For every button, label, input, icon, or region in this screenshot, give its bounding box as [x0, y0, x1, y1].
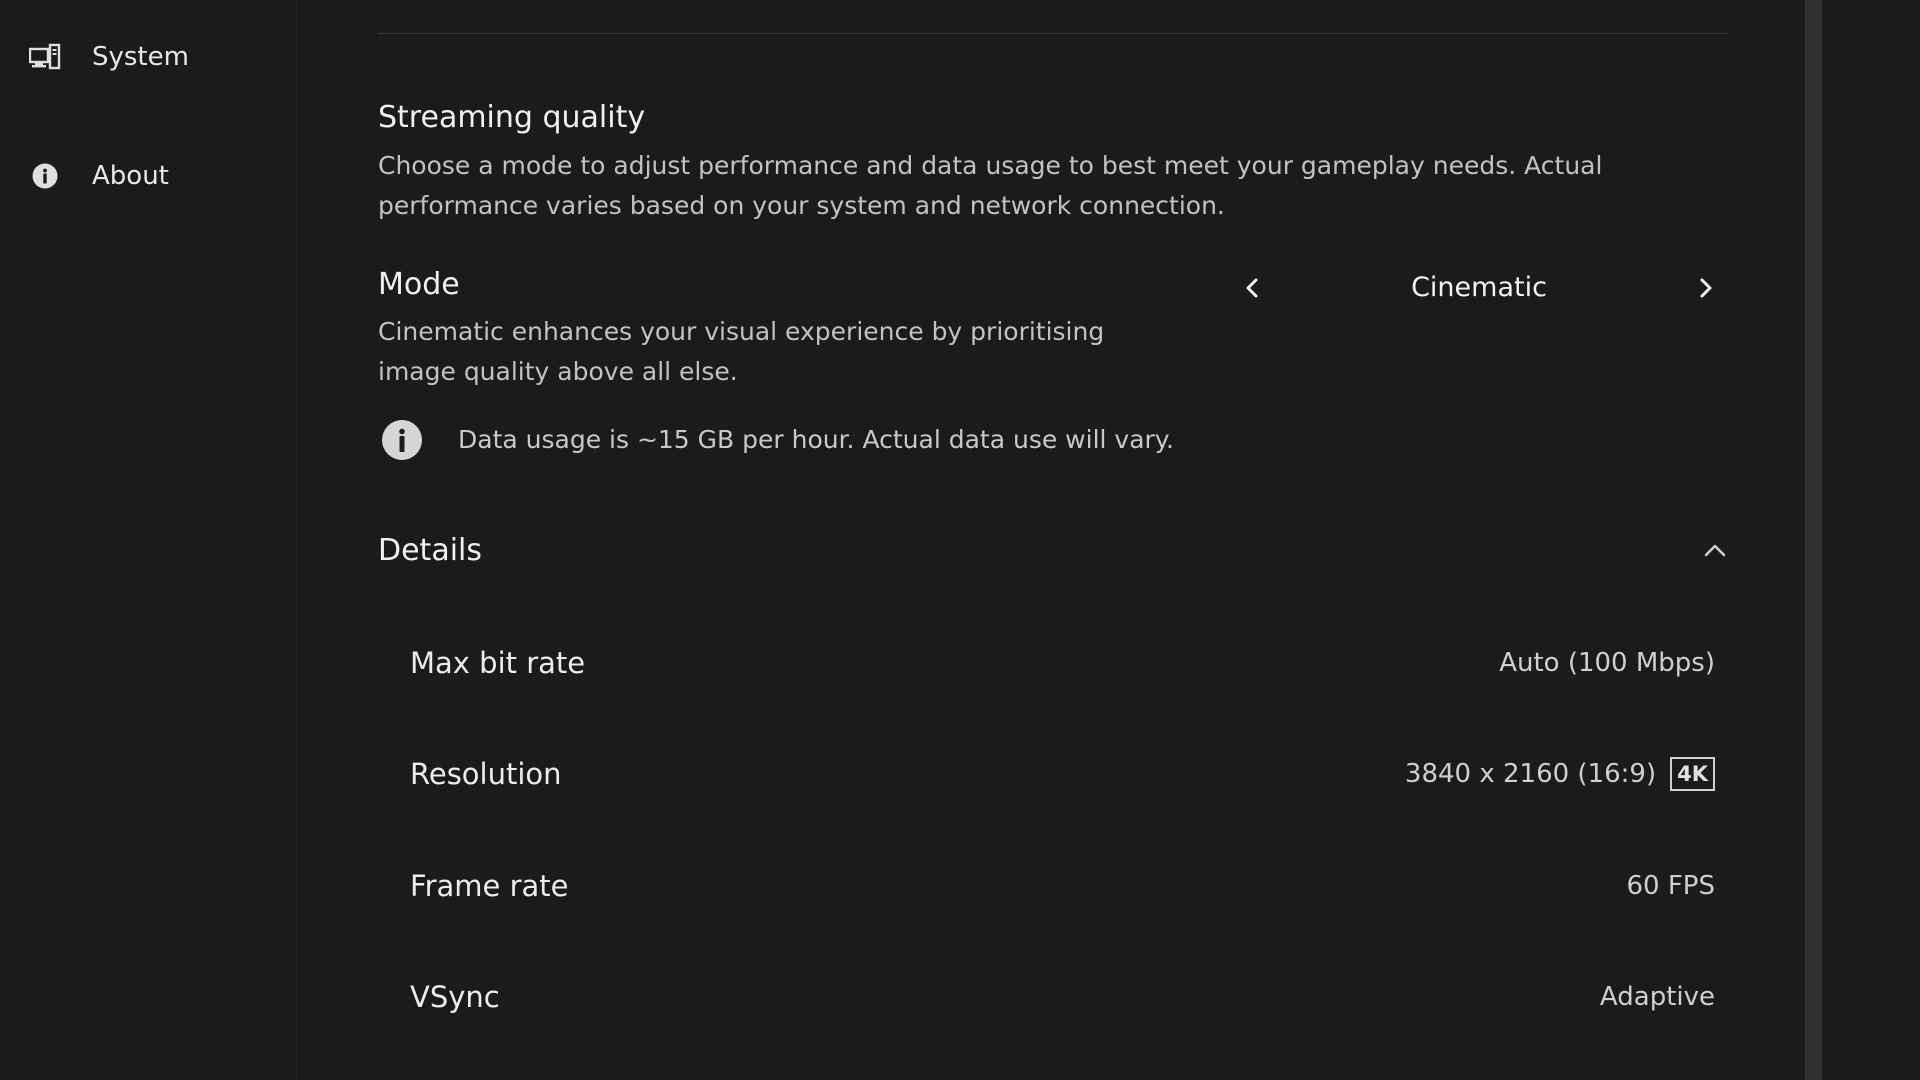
- detail-name: Resolution: [410, 744, 562, 804]
- detail-name: VSync: [410, 967, 500, 1027]
- details-toggle[interactable]: Details: [378, 526, 1728, 576]
- chevron-up-icon: [1700, 536, 1730, 566]
- data-usage-text: Data usage is ~15 GB per hour. Actual da…: [458, 418, 1174, 462]
- chevron-right-icon: [1693, 276, 1717, 300]
- mode-value: Cinematic: [1279, 262, 1679, 314]
- resolution-badge: 4K: [1670, 757, 1715, 791]
- right-pane: [1822, 0, 1920, 1080]
- detail-value: Adaptive: [1600, 967, 1715, 1027]
- detail-value-text: 3840 x 2160 (16:9): [1405, 744, 1656, 804]
- section-divider: [378, 33, 1728, 34]
- detail-value: Auto (100 Mbps): [1499, 633, 1715, 693]
- sidebar-item-about[interactable]: About: [0, 146, 296, 206]
- streaming-quality-description: Choose a mode to adjust performance and …: [378, 146, 1728, 226]
- detail-row-resolution: Resolution 3840 x 2160 (16:9) 4K: [410, 744, 1715, 804]
- detail-name: Max bit rate: [410, 633, 585, 693]
- sidebar-item-label: System: [92, 42, 189, 72]
- info-icon: [380, 418, 424, 462]
- streaming-quality-title: Streaming quality: [378, 100, 645, 135]
- detail-value-text: Auto (100 Mbps): [1499, 633, 1715, 693]
- settings-window: System About Streaming quality Choose a …: [0, 0, 1920, 1080]
- mode-title: Mode: [378, 267, 460, 302]
- sidebar-item-system[interactable]: System: [0, 27, 296, 87]
- detail-row-vsync: VSync Adaptive: [410, 967, 1715, 1027]
- chevron-left-icon: [1241, 276, 1265, 300]
- detail-value-text: 60 FPS: [1627, 856, 1716, 916]
- system-icon: [29, 41, 61, 73]
- detail-value-text: Adaptive: [1600, 967, 1715, 1027]
- mode-description: Cinematic enhances your visual experienc…: [378, 312, 1178, 392]
- scrollbar[interactable]: [1805, 0, 1822, 1080]
- main-content: Streaming quality Choose a mode to adjus…: [297, 0, 1805, 1080]
- data-usage-info: Data usage is ~15 GB per hour. Actual da…: [378, 418, 1578, 462]
- sidebar: System About: [0, 0, 297, 1080]
- detail-row-max-bit-rate: Max bit rate Auto (100 Mbps): [410, 633, 1715, 693]
- mode-previous-button[interactable]: [1227, 262, 1279, 314]
- detail-value: 60 FPS: [1627, 856, 1716, 916]
- detail-value: 3840 x 2160 (16:9) 4K: [1405, 744, 1715, 804]
- sidebar-item-label: About: [92, 161, 169, 191]
- details-title: Details: [378, 526, 482, 576]
- detail-row-frame-rate: Frame rate 60 FPS: [410, 856, 1715, 916]
- detail-name: Frame rate: [410, 856, 568, 916]
- info-icon: [29, 160, 61, 192]
- mode-next-button[interactable]: [1679, 262, 1731, 314]
